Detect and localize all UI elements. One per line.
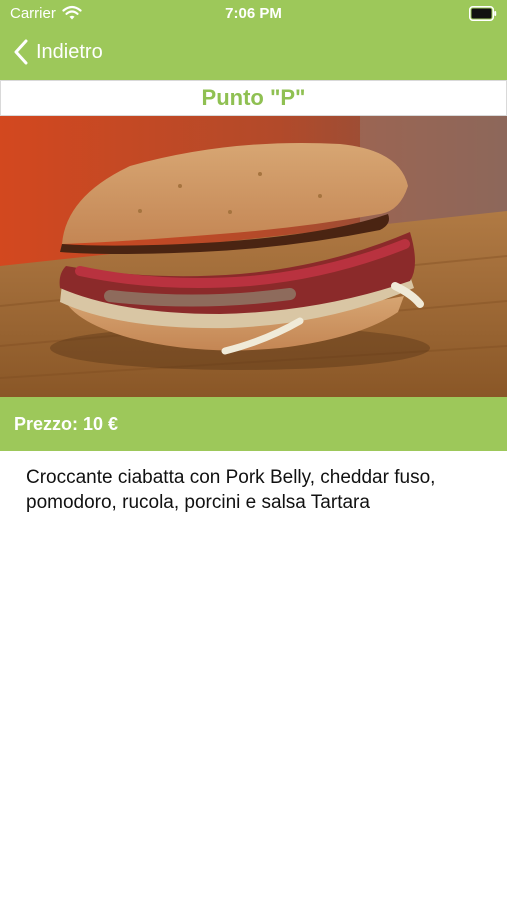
sandwich-image bbox=[0, 116, 507, 397]
status-time: 7:06 PM bbox=[225, 5, 282, 22]
price-label: Prezzo: 10 € bbox=[14, 413, 119, 434]
product-image bbox=[0, 116, 507, 397]
product-title-bar: Punto "P" bbox=[0, 80, 507, 116]
battery-icon bbox=[469, 6, 497, 21]
back-button[interactable]: Indietro bbox=[12, 36, 103, 68]
product-description: Croccante ciabatta con Pork Belly, chedd… bbox=[26, 467, 436, 513]
status-bar: Carrier 7:06 PM bbox=[0, 0, 507, 28]
back-button-label: Indietro bbox=[36, 40, 103, 63]
product-title: Punto "P" bbox=[201, 85, 306, 110]
navigation-header: Carrier 7:06 PM Indietro bbox=[0, 0, 507, 80]
price-bar: Prezzo: 10 € bbox=[0, 397, 507, 451]
chevron-left-icon bbox=[14, 39, 28, 65]
